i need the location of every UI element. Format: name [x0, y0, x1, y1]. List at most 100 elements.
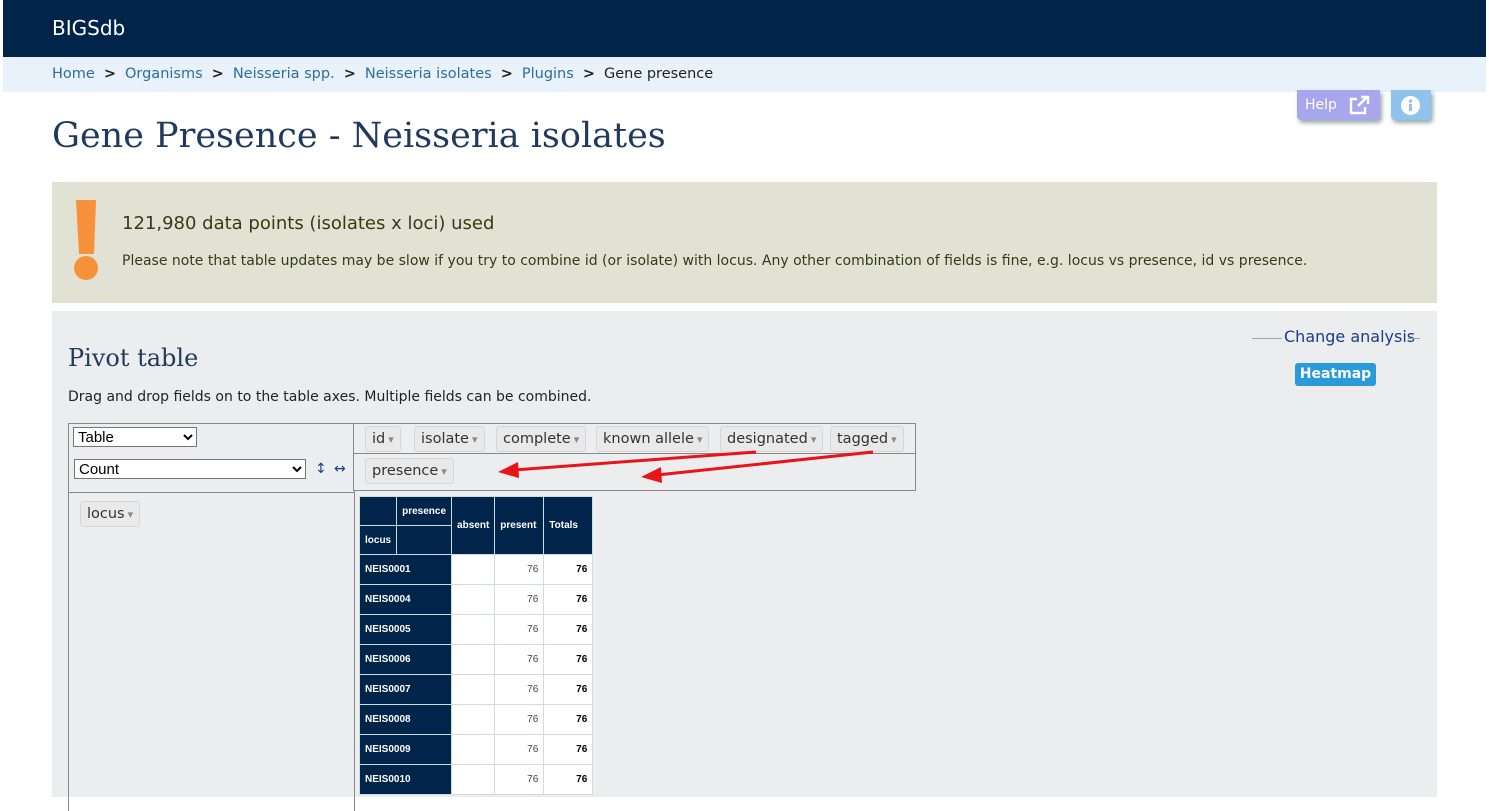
pvt-cell-absent — [451, 674, 496, 705]
breadcrumb-separator: > — [103, 66, 116, 82]
dropdown-icon[interactable]: ▾ — [811, 433, 817, 446]
field-chip-label: locus — [87, 506, 125, 522]
pvt-cell-present: 76 — [494, 734, 545, 765]
pvt-cell-total: 76 — [543, 554, 594, 585]
external-link-icon — [1349, 95, 1370, 115]
pvt-cell-total: 76 — [543, 614, 594, 645]
table-row: NEIS0001 76 76 — [358, 554, 594, 585]
field-chip-label: presence — [372, 463, 439, 479]
field-chip-tagged[interactable]: tagged ▾ — [830, 426, 904, 452]
pvt-col-attr: presence — [396, 496, 453, 526]
pvt-row-label: NEIS0009 — [358, 734, 453, 765]
pvt-cell-absent — [451, 764, 496, 795]
pvt-cell-present: 76 — [494, 704, 545, 735]
breadcrumb-plugins[interactable]: Plugins — [522, 66, 574, 82]
breadcrumb-neisseria-isolates[interactable]: Neisseria isolates — [365, 66, 492, 82]
legend-line — [1408, 338, 1420, 339]
pvt-cell-absent — [451, 734, 496, 765]
table-row: NEIS0009 76 76 — [358, 734, 594, 765]
field-chip-locus[interactable]: locus ▾ — [80, 501, 141, 527]
top-header: BIGSdb — [3, 0, 1486, 57]
pvt-cell-absent — [451, 584, 496, 615]
legend-line — [1252, 338, 1282, 339]
field-chip-label: tagged — [837, 431, 889, 447]
pvt-cell-absent — [451, 614, 496, 645]
notice-box: 121,980 data points (isolates x loci) us… — [52, 182, 1437, 303]
pvt-cell-absent — [451, 704, 496, 735]
table-row: NEIS0007 76 76 — [358, 674, 594, 705]
dropdown-icon[interactable]: ▾ — [388, 433, 394, 446]
table-row: NEIS0006 76 76 — [358, 644, 594, 675]
aggregator-select[interactable]: Count — [74, 459, 306, 479]
breadcrumb-neisseria-spp[interactable]: Neisseria spp. — [233, 66, 335, 82]
table-row: NEIS0005 76 76 — [358, 614, 594, 645]
breadcrumb-home[interactable]: Home — [52, 66, 95, 82]
pvt-cell-absent — [451, 644, 496, 675]
dropdown-icon[interactable]: ▾ — [697, 433, 703, 446]
pvt-cell-total: 76 — [543, 764, 594, 795]
pvt-cell-total: 76 — [543, 734, 594, 765]
pvt-row-label: NEIS0008 — [358, 704, 453, 735]
col-sort-icon[interactable]: ↔ — [334, 461, 346, 477]
breadcrumb-current: Gene presence — [603, 66, 714, 82]
breadcrumb: Home > Organisms > Neisseria spp. > Neisseria … — [52, 66, 713, 82]
dropdown-icon[interactable]: ▾ — [441, 465, 447, 478]
table-row: NEIS0004 76 76 — [358, 584, 594, 615]
field-chip-id[interactable]: id ▾ — [365, 426, 401, 452]
change-analysis-legend: Change analysis — [1252, 327, 1420, 349]
field-chip-label: complete — [503, 431, 571, 447]
field-chip-isolate[interactable]: isolate ▾ — [414, 426, 485, 452]
dropdown-icon[interactable]: ▾ — [472, 433, 478, 446]
field-chip-label: id — [372, 431, 386, 447]
app-brand[interactable]: BIGSdb — [52, 16, 125, 40]
pivot-output-table: presence absent present Totals locus NEI… — [358, 496, 594, 795]
renderer-select[interactable]: Table — [73, 427, 197, 447]
pivot-description: Drag and drop fields on to the table axe… — [68, 389, 592, 405]
help-label: Help — [1305, 97, 1337, 113]
field-chip-label: known allele — [603, 431, 694, 447]
dropdown-icon[interactable]: ▾ — [128, 508, 134, 521]
pvt-cell-present: 76 — [494, 764, 545, 795]
pvt-cell-total: 76 — [543, 644, 594, 675]
field-chip-presence[interactable]: presence ▾ — [365, 458, 454, 484]
pvt-cell-present: 76 — [494, 614, 545, 645]
pvt-empty-header — [396, 525, 453, 555]
pvt-cell-total: 76 — [543, 704, 594, 735]
pvt-cell-present: 76 — [494, 644, 545, 675]
table-row: NEIS0008 76 76 — [358, 704, 594, 735]
notice-message: Please note that table updates may be sl… — [122, 253, 1308, 269]
pvt-row-label: NEIS0005 — [358, 614, 453, 645]
breadcrumb-separator: > — [343, 66, 356, 82]
column-fields-area[interactable]: presence ▾ — [353, 453, 916, 491]
field-chip-known-allele[interactable]: known allele ▾ — [596, 426, 710, 452]
breadcrumb-bar: Home > Organisms > Neisseria spp. > Neisseria … — [3, 57, 1486, 92]
dropdown-icon[interactable]: ▾ — [574, 433, 580, 446]
dropdown-icon[interactable]: ▾ — [891, 433, 897, 446]
info-button[interactable] — [1391, 90, 1431, 120]
pvt-cell-present: 76 — [494, 674, 545, 705]
field-chip-complete[interactable]: complete ▾ — [496, 426, 587, 452]
pvt-corner — [358, 496, 398, 526]
notice-headline: 121,980 data points (isolates x loci) us… — [122, 213, 495, 234]
field-chip-label: designated — [727, 431, 808, 447]
pvt-row-label: NEIS0004 — [358, 584, 453, 615]
page-title: Gene Presence - Neisseria isolates — [52, 116, 666, 156]
pvt-row-label: NEIS0007 — [358, 674, 453, 705]
heatmap-button[interactable]: Heatmap — [1295, 363, 1376, 386]
pivot-panel: Pivot table Drag and drop fields on to t… — [52, 311, 1437, 811]
pivot-title: Pivot table — [68, 344, 199, 372]
table-row: NEIS0010 76 76 — [358, 764, 594, 795]
unused-fields-area[interactable]: id ▾ isolate ▾ complete ▾ known allele ▾ des… — [353, 423, 916, 454]
breadcrumb-separator: > — [582, 66, 595, 82]
pvt-row-label: NEIS0006 — [358, 644, 453, 675]
pvt-row-label: NEIS0010 — [358, 764, 453, 795]
pvt-row-label: NEIS0001 — [358, 554, 453, 585]
row-fields-area[interactable]: locus ▾ — [68, 491, 355, 811]
breadcrumb-organisms[interactable]: Organisms — [125, 66, 203, 82]
field-chip-designated[interactable]: designated ▾ — [720, 426, 824, 452]
row-sort-icon[interactable]: ↕ — [315, 461, 327, 477]
pvt-row-attr: locus — [358, 525, 398, 555]
pvt-cell-present: 76 — [494, 554, 545, 585]
help-button[interactable]: Help — [1297, 90, 1380, 120]
pvt-cell-present: 76 — [494, 584, 545, 615]
